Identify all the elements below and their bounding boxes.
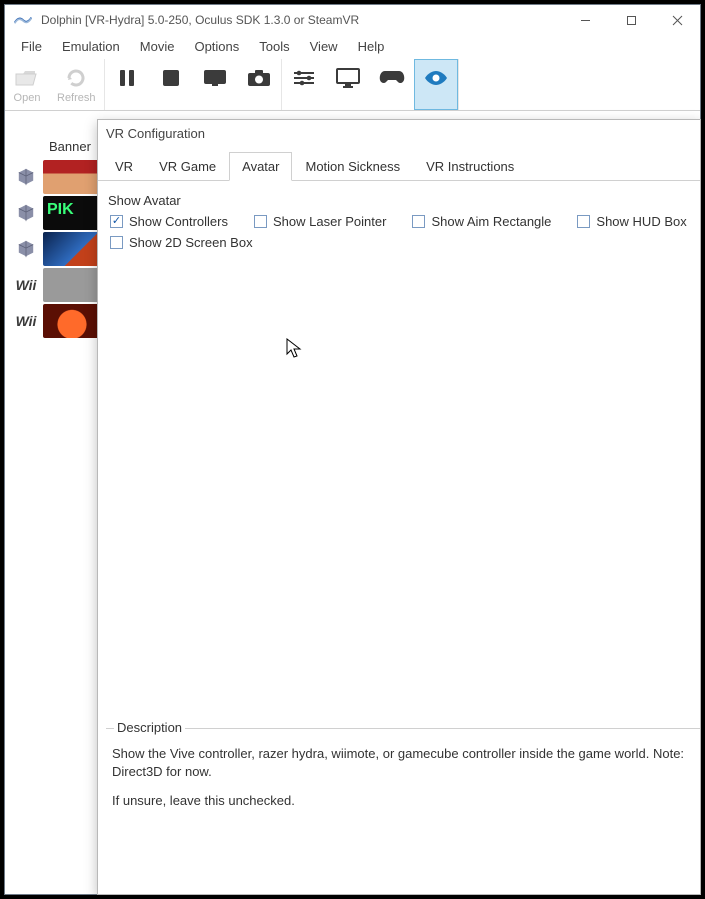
app-icon	[13, 14, 35, 26]
game-row[interactable]: Wii	[9, 303, 105, 339]
tab-strip: VR VR Game Avatar Motion Sickness VR Ins…	[98, 151, 700, 181]
monitor-icon	[335, 66, 361, 90]
menu-file[interactable]: File	[11, 35, 52, 59]
tab-vr[interactable]: VR	[102, 152, 146, 181]
checkbox-icon	[110, 236, 123, 249]
menu-emulation[interactable]: Emulation	[52, 35, 130, 59]
toolbar-stop[interactable]	[149, 59, 193, 110]
minimize-button[interactable]	[562, 5, 608, 35]
checkbox-label: Show 2D Screen Box	[129, 235, 253, 250]
checkbox-show-hud-box[interactable]: Show HUD Box	[577, 214, 686, 229]
checkbox-icon	[577, 215, 590, 228]
game-thumb	[43, 232, 101, 266]
column-header-banner[interactable]: Banner	[49, 139, 91, 154]
eye-icon	[423, 66, 449, 90]
game-thumb	[43, 160, 101, 194]
checkbox-icon	[412, 215, 425, 228]
toolbar-refresh-label: Refresh	[57, 92, 96, 104]
camera-icon	[246, 66, 272, 90]
show-avatar-group: Show Avatar Show Controllers Show Laser …	[98, 181, 700, 250]
game-thumb	[43, 268, 101, 302]
toolbar-fullscreen[interactable]	[193, 59, 237, 110]
toolbar-config[interactable]	[282, 59, 326, 110]
checkbox-icon	[254, 215, 267, 228]
game-row[interactable]	[9, 195, 105, 231]
tab-vr-game[interactable]: VR Game	[146, 152, 229, 181]
checkbox-show-aim-rectangle[interactable]: Show Aim Rectangle	[412, 214, 551, 229]
gamecube-icon	[9, 232, 43, 266]
game-list: Wii Wii	[9, 159, 105, 339]
wii-icon: Wii	[9, 304, 43, 338]
refresh-icon	[64, 66, 88, 90]
group-title: Show Avatar	[106, 189, 692, 214]
mouse-cursor-icon	[286, 338, 302, 360]
checkbox-icon	[110, 215, 123, 228]
toolbar-vr[interactable]	[414, 59, 458, 110]
menubar: File Emulation Movie Options Tools View …	[5, 35, 700, 59]
checkbox-label: Show Controllers	[129, 214, 228, 229]
game-row[interactable]	[9, 231, 105, 267]
toolbar-screenshot[interactable]	[237, 59, 281, 110]
pause-icon	[116, 66, 138, 90]
checkbox-label: Show HUD Box	[596, 214, 686, 229]
checkbox-show-laser-pointer[interactable]: Show Laser Pointer	[254, 214, 386, 229]
sliders-icon	[292, 66, 316, 90]
fullscreen-icon	[202, 66, 228, 90]
maximize-button[interactable]	[608, 5, 654, 35]
checkbox-show-2d-screen-box[interactable]: Show 2D Screen Box	[110, 235, 253, 250]
description-line-2: If unsure, leave this unchecked.	[112, 792, 694, 810]
game-row[interactable]	[9, 159, 105, 195]
tab-vr-instructions[interactable]: VR Instructions	[413, 152, 527, 181]
toolbar-pause[interactable]	[105, 59, 149, 110]
close-button[interactable]	[654, 5, 700, 35]
description-group: Description Show the Vive controller, ra…	[106, 728, 700, 894]
toolbar-graphics[interactable]	[326, 59, 370, 110]
checkbox-show-controllers[interactable]: Show Controllers	[110, 214, 228, 229]
checkbox-label: Show Laser Pointer	[273, 214, 386, 229]
gamecube-icon	[9, 196, 43, 230]
vr-configuration-window: VR Configuration VR VR Game Avatar Motio…	[97, 119, 701, 895]
description-title: Description	[114, 720, 185, 735]
gamepad-icon	[378, 66, 406, 90]
toolbar: Open Refresh	[5, 59, 700, 111]
description-line-1: Show the Vive controller, razer hydra, w…	[112, 745, 694, 780]
game-thumb	[43, 196, 101, 230]
gamecube-icon	[9, 160, 43, 194]
toolbar-controllers[interactable]	[370, 59, 414, 110]
window-title: Dolphin [VR-Hydra] 5.0-250, Oculus SDK 1…	[41, 13, 562, 27]
menu-tools[interactable]: Tools	[249, 35, 299, 59]
menu-help[interactable]: Help	[348, 35, 395, 59]
tab-motion-sickness[interactable]: Motion Sickness	[292, 152, 413, 181]
titlebar: Dolphin [VR-Hydra] 5.0-250, Oculus SDK 1…	[5, 5, 700, 35]
menu-options[interactable]: Options	[184, 35, 249, 59]
checkbox-label: Show Aim Rectangle	[431, 214, 551, 229]
menu-movie[interactable]: Movie	[130, 35, 185, 59]
wii-icon: Wii	[9, 268, 43, 302]
game-thumb	[43, 304, 101, 338]
game-row[interactable]: Wii	[9, 267, 105, 303]
tab-avatar[interactable]: Avatar	[229, 152, 292, 181]
main-window: Dolphin [VR-Hydra] 5.0-250, Oculus SDK 1…	[4, 4, 701, 895]
toolbar-refresh[interactable]: Refresh	[49, 59, 104, 110]
folder-open-icon	[14, 66, 40, 90]
menu-view[interactable]: View	[300, 35, 348, 59]
toolbar-open[interactable]: Open	[5, 59, 49, 110]
toolbar-open-label: Open	[14, 92, 41, 104]
child-window-title: VR Configuration	[98, 120, 700, 145]
stop-icon	[161, 66, 181, 90]
